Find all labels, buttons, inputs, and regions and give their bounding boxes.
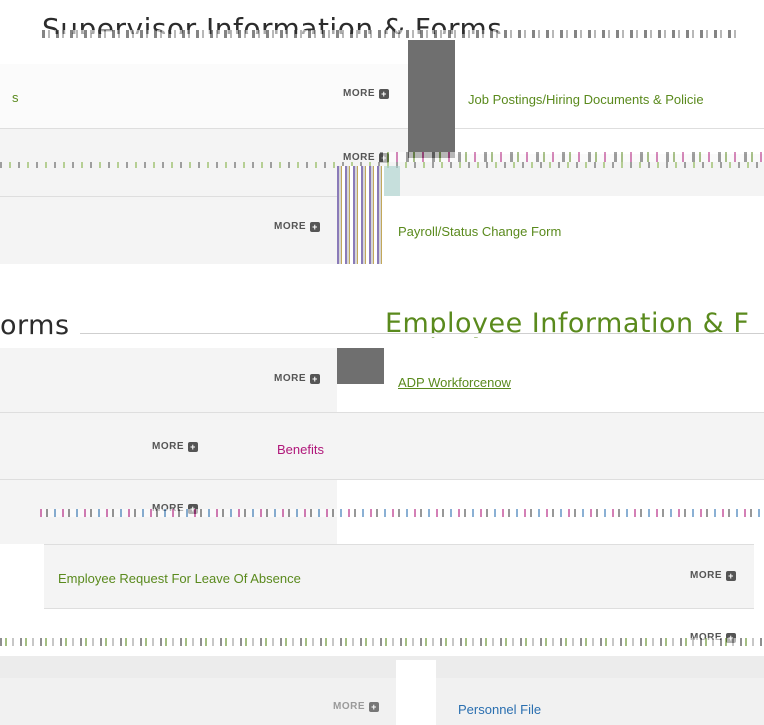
- more-button[interactable]: MORE +: [274, 221, 320, 232]
- benefits-panel: [262, 413, 764, 479]
- forms-heading: orms: [0, 310, 70, 341]
- more-button[interactable]: MORE +: [690, 570, 736, 581]
- glitch-line: [40, 509, 760, 517]
- more-label: MORE: [343, 88, 375, 99]
- more-label: MORE: [690, 570, 722, 581]
- row-divider: [455, 128, 764, 129]
- more-label: MORE: [274, 221, 306, 232]
- plus-icon: +: [379, 88, 389, 99]
- plus-icon: +: [310, 221, 320, 232]
- heading-glitch-strip: [42, 30, 742, 38]
- adp-workforcenow-link[interactable]: ADP Workforcenow: [398, 375, 511, 390]
- striped-bar: [337, 166, 384, 264]
- decorative-dark-bar-2: [337, 348, 384, 384]
- leave-of-absence-link[interactable]: Employee Request For Leave Of Absence: [58, 571, 301, 586]
- plus-icon: +: [188, 441, 198, 452]
- plus-icon: +: [310, 373, 320, 384]
- row-divider: [0, 479, 764, 480]
- supervisor-left-link[interactable]: s: [12, 90, 19, 105]
- plus-icon: +: [369, 701, 379, 712]
- row-divider: [0, 128, 408, 129]
- row-divider: [0, 196, 337, 197]
- more-button[interactable]: MORE +: [274, 373, 320, 384]
- plus-icon: +: [726, 570, 736, 581]
- payroll-status-change-link[interactable]: Payroll/Status Change Form: [398, 224, 561, 239]
- glitch-line: [0, 638, 764, 646]
- personnel-file-link[interactable]: Personnel File: [458, 702, 541, 717]
- heading-rule: [80, 333, 764, 337]
- row-divider: [44, 608, 754, 609]
- bottom-white-block: [396, 660, 436, 725]
- decorative-dark-bar: [408, 40, 455, 158]
- job-postings-link[interactable]: Job Postings/Hiring Documents & Policie: [468, 92, 704, 107]
- supervisor-right-panel: [455, 64, 764, 154]
- more-label: MORE: [333, 701, 365, 712]
- glitch-line: [380, 152, 764, 162]
- bottom-panel: [0, 678, 764, 725]
- more-label: MORE: [274, 373, 306, 384]
- more-label: MORE: [152, 441, 184, 452]
- benefits-link[interactable]: Benefits: [277, 442, 324, 457]
- more-button[interactable]: MORE +: [333, 701, 379, 712]
- more-button[interactable]: MORE +: [152, 441, 198, 452]
- teal-bar: [384, 166, 400, 196]
- grey-band: [0, 656, 764, 678]
- more-button[interactable]: MORE +: [343, 88, 389, 99]
